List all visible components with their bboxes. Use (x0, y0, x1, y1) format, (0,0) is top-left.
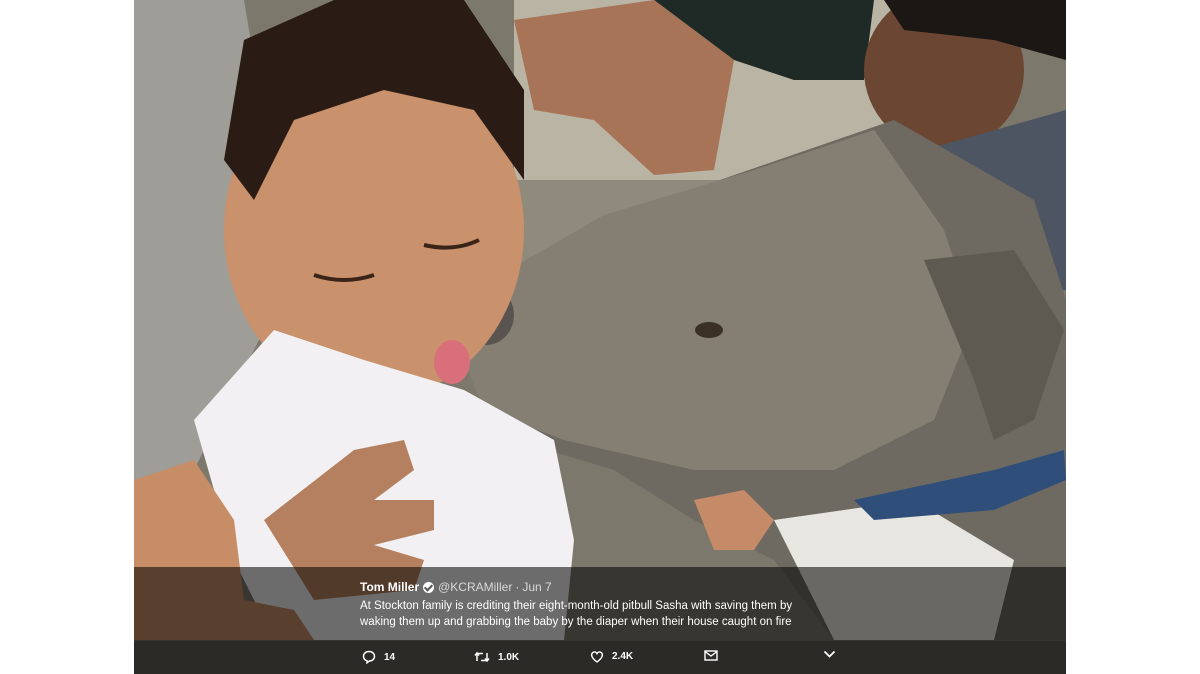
envelope-icon (704, 650, 718, 661)
tweet-text-line: At Stockton family is crediting their ei… (360, 600, 793, 612)
reply-button[interactable]: 14 (362, 650, 395, 664)
like-count: 2.4K (612, 651, 634, 662)
author-handle[interactable]: @KCRAMiller (438, 580, 512, 594)
tweet-text-line: waking them up and grabbing the baby by … (360, 616, 792, 628)
tweet-date[interactable]: Jun 7 (522, 580, 551, 594)
retweet-icon (474, 651, 490, 663)
reply-count: 14 (384, 651, 396, 663)
retweet-button[interactable]: 1.0K (474, 650, 519, 664)
tweet-text: At Stockton family is crediting their ei… (360, 598, 860, 630)
tweet-header: Tom Miller @KCRAMiller · Jun 7 (360, 580, 552, 594)
tweet-media[interactable]: Tom Miller @KCRAMiller · Jun 7 At Stockt… (134, 0, 1066, 674)
author-name[interactable]: Tom Miller (360, 580, 419, 594)
reply-icon (362, 650, 376, 664)
retweet-count: 1.0K (498, 651, 520, 663)
like-button[interactable]: 2.4K (590, 650, 633, 663)
header-separator: · (515, 580, 520, 594)
chevron-down-icon (823, 650, 836, 658)
direct-message-button[interactable] (704, 650, 718, 661)
tweet-action-bar: 14 1.0K 2.4K (134, 641, 1066, 674)
heart-icon (590, 651, 604, 663)
more-options-button[interactable] (823, 650, 836, 659)
tweet-caption-overlay: Tom Miller @KCRAMiller · Jun 7 At Stockt… (134, 567, 1066, 641)
verified-badge-icon (423, 581, 435, 593)
